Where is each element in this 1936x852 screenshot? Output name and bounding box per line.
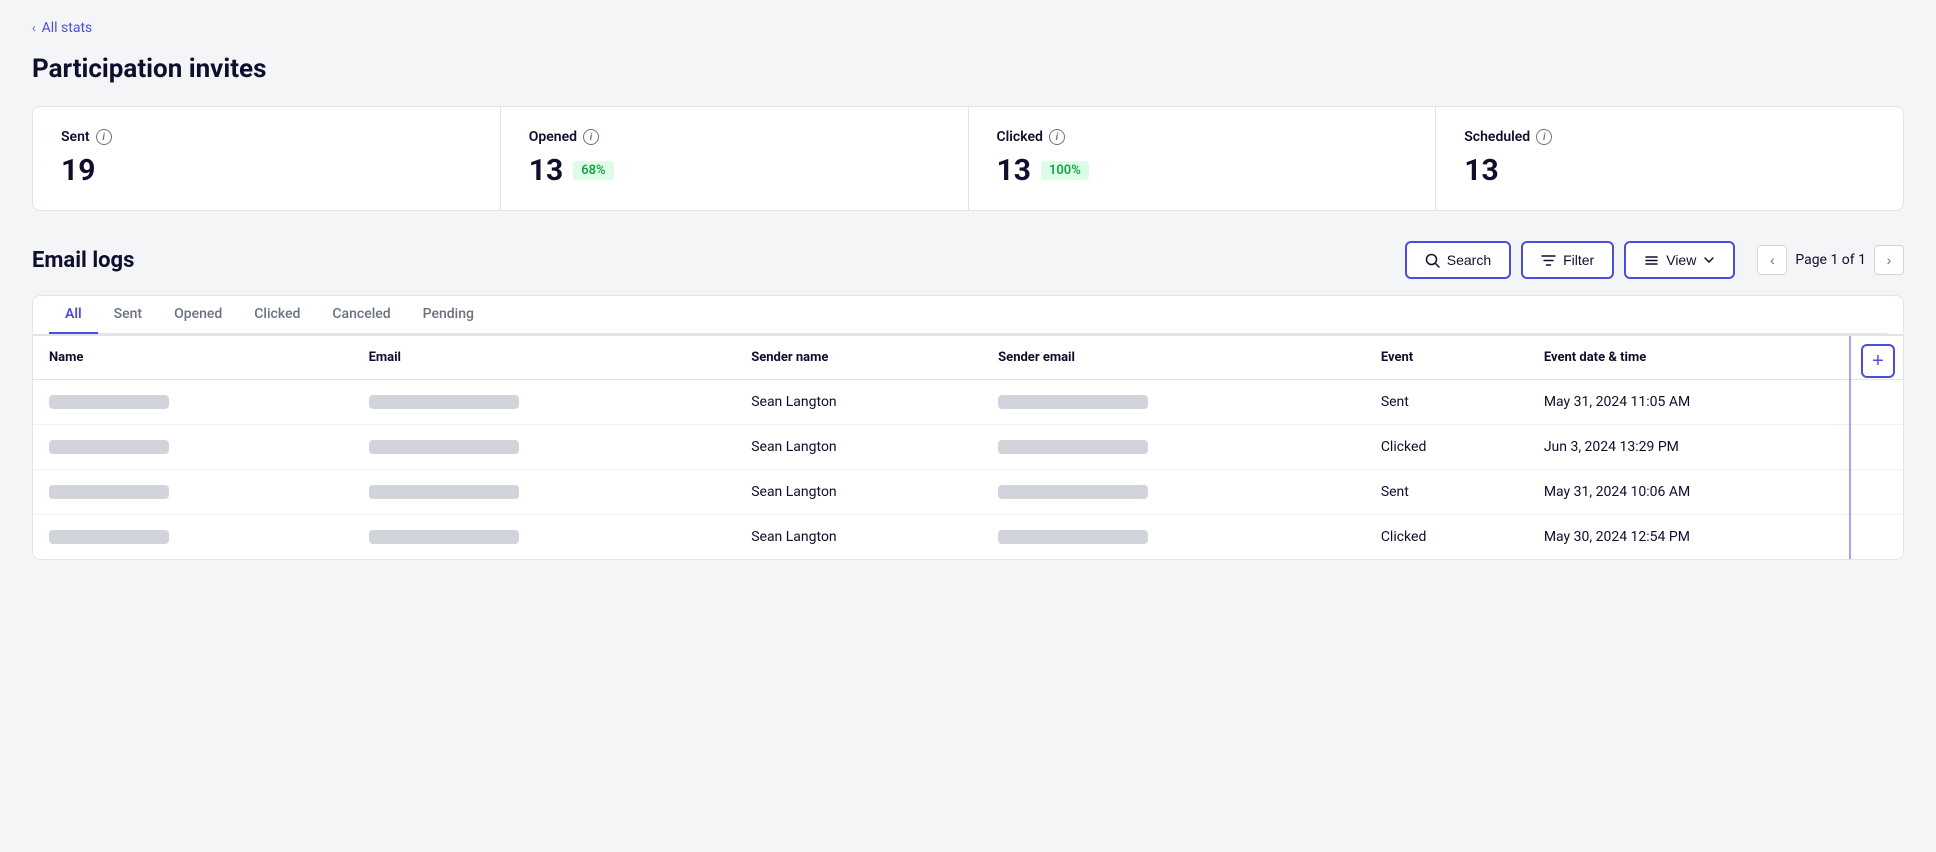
cell-event-datetime: May 30, 2024 12:54 PM [1528, 515, 1903, 560]
email-logs-title: Email logs [32, 248, 134, 273]
stat-clicked-value: 13 100% [997, 153, 1408, 188]
cell-email [353, 515, 736, 560]
stat-scheduled: Scheduled i 13 [1436, 107, 1903, 210]
sender-email-placeholder [998, 440, 1148, 454]
stat-sent-label: Sent i [61, 129, 472, 145]
stat-scheduled-value: 13 [1464, 153, 1875, 188]
stat-clicked-label: Clicked i [997, 129, 1408, 145]
tab-sent[interactable]: Sent [98, 296, 158, 334]
prev-page-button[interactable]: ‹ [1757, 245, 1787, 275]
table-header-row: Name Email Sender name Sender email Even… [33, 336, 1903, 380]
clicked-info-icon[interactable]: i [1049, 129, 1065, 145]
table-wrapper: + Name Email Sender name Sender email Ev… [32, 335, 1904, 560]
cell-sender-name: Sean Langton [735, 425, 982, 470]
cell-event-datetime: May 31, 2024 11:05 AM [1528, 380, 1903, 425]
sender-email-placeholder [998, 530, 1148, 544]
cell-name [33, 380, 353, 425]
stat-scheduled-label: Scheduled i [1464, 129, 1875, 145]
view-button[interactable]: View [1624, 241, 1735, 279]
cell-email [353, 425, 736, 470]
cell-name [33, 515, 353, 560]
table-row: Sean Langton Clicked May 30, 2024 12:54 … [33, 515, 1903, 560]
email-logs-section: Email logs Search [32, 241, 1904, 560]
name-placeholder [49, 440, 169, 454]
tab-canceled[interactable]: Canceled [316, 296, 406, 334]
cell-event: Clicked [1365, 425, 1528, 470]
sent-info-icon[interactable]: i [96, 129, 112, 145]
table-row: Sean Langton Sent May 31, 2024 10:06 AM [33, 470, 1903, 515]
cell-name [33, 470, 353, 515]
opened-info-icon[interactable]: i [583, 129, 599, 145]
tab-all[interactable]: All [49, 296, 98, 334]
view-icon [1644, 253, 1659, 268]
toolbar: Search Filter [1405, 241, 1736, 279]
right-border-line [1849, 336, 1851, 559]
stat-opened: Opened i 13 68% [501, 107, 969, 210]
cell-event-datetime: May 31, 2024 10:06 AM [1528, 470, 1903, 515]
cell-sender-email [982, 515, 1365, 560]
col-event: Event [1365, 336, 1528, 380]
next-page-button[interactable]: › [1874, 245, 1904, 275]
add-column-button[interactable]: + [1861, 344, 1895, 378]
col-email: Email [353, 336, 736, 380]
tabs-row: All Sent Opened Clicked Canceled Pending [49, 296, 1887, 334]
sender-email-placeholder [998, 485, 1148, 499]
col-sender-email: Sender email [982, 336, 1365, 380]
filter-button[interactable]: Filter [1521, 241, 1614, 279]
name-placeholder [49, 395, 169, 409]
tabs-section: All Sent Opened Clicked Canceled Pending [32, 295, 1904, 335]
clicked-badge: 100% [1041, 161, 1089, 180]
col-name: Name [33, 336, 353, 380]
email-placeholder [369, 530, 519, 544]
cell-sender-name: Sean Langton [735, 515, 982, 560]
cell-event: Clicked [1365, 515, 1528, 560]
cell-email [353, 380, 736, 425]
section-header: Email logs Search [32, 241, 1904, 279]
stat-opened-value: 13 68% [529, 153, 940, 188]
cell-sender-name: Sean Langton [735, 380, 982, 425]
tab-clicked[interactable]: Clicked [238, 296, 316, 334]
cell-event: Sent [1365, 470, 1528, 515]
scheduled-info-icon[interactable]: i [1536, 129, 1552, 145]
col-event-datetime: Event date & time [1528, 336, 1903, 380]
email-placeholder [369, 485, 519, 499]
tab-opened[interactable]: Opened [158, 296, 238, 334]
cell-sender-email [982, 470, 1365, 515]
cell-sender-email [982, 425, 1365, 470]
page-container: ‹ All stats Participation invites Sent i… [0, 0, 1936, 852]
search-button[interactable]: Search [1405, 241, 1511, 279]
opened-badge: 68% [573, 161, 613, 180]
stat-sent-value: 19 [61, 153, 472, 188]
name-placeholder [49, 485, 169, 499]
page-info: Page 1 of 1 [1795, 252, 1866, 268]
pagination-controls: ‹ Page 1 of 1 › [1757, 245, 1904, 275]
name-placeholder [49, 530, 169, 544]
cell-event-datetime: Jun 3, 2024 13:29 PM [1528, 425, 1903, 470]
stat-sent: Sent i 19 [33, 107, 501, 210]
search-icon [1425, 253, 1440, 268]
page-title: Participation invites [32, 54, 1904, 84]
email-table: Name Email Sender name Sender email Even… [33, 336, 1903, 559]
stat-clicked: Clicked i 13 100% [969, 107, 1437, 210]
cell-sender-email [982, 380, 1365, 425]
email-placeholder [369, 395, 519, 409]
chevron-left-icon: ‹ [32, 21, 36, 35]
back-link-label: All stats [42, 20, 93, 36]
back-link[interactable]: ‹ All stats [32, 20, 92, 36]
col-sender-name: Sender name [735, 336, 982, 380]
cell-name [33, 425, 353, 470]
cell-event: Sent [1365, 380, 1528, 425]
table-row: Sean Langton Sent May 31, 2024 11:05 AM [33, 380, 1903, 425]
filter-icon [1541, 253, 1556, 268]
stat-opened-label: Opened i [529, 129, 940, 145]
cell-email [353, 470, 736, 515]
table-row: Sean Langton Clicked Jun 3, 2024 13:29 P… [33, 425, 1903, 470]
email-placeholder [369, 440, 519, 454]
chevron-down-icon [1703, 254, 1715, 266]
stats-card: Sent i 19 Opened i 13 68% Clicked i [32, 106, 1904, 211]
tab-pending[interactable]: Pending [407, 296, 490, 334]
sender-email-placeholder [998, 395, 1148, 409]
cell-sender-name: Sean Langton [735, 470, 982, 515]
